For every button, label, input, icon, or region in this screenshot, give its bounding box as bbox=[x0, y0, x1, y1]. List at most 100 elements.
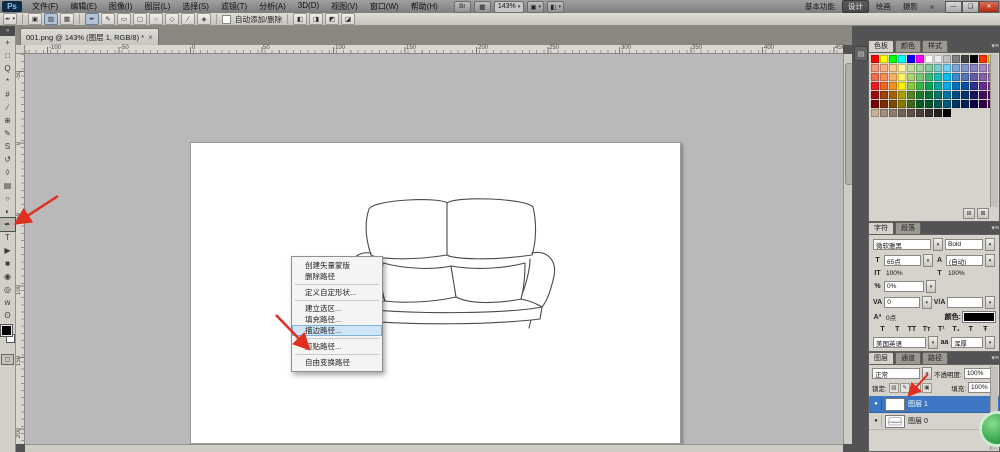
lasso-tool[interactable]: Q bbox=[0, 62, 15, 75]
color-swatch[interactable] bbox=[961, 64, 969, 72]
context-menu-item[interactable]: 自由变换路径 bbox=[292, 357, 382, 368]
color-swatch[interactable] bbox=[889, 55, 897, 63]
ellipse-tool-icon[interactable]: ○ bbox=[149, 13, 163, 25]
color-swatch[interactable] bbox=[961, 73, 969, 81]
close-button[interactable]: ✕ bbox=[979, 1, 999, 13]
layer-row-layer-1[interactable]: ● 图层 1 bbox=[869, 396, 999, 413]
screen-mode-icon[interactable]: ◧▾ bbox=[547, 1, 564, 13]
workspace-button[interactable]: 设计 bbox=[842, 0, 869, 13]
context-menu-item[interactable]: 定义自定形状... bbox=[292, 287, 382, 298]
color-swatch[interactable] bbox=[952, 64, 960, 72]
menu-item[interactable]: 帮助(H) bbox=[405, 1, 444, 12]
horizontal-scrollbar[interactable] bbox=[25, 444, 843, 452]
color-swatch[interactable] bbox=[907, 100, 915, 108]
chevron-down-icon[interactable]: ▾ bbox=[985, 254, 995, 267]
color-swatch[interactable] bbox=[907, 91, 915, 99]
menu-item[interactable]: 编辑(E) bbox=[64, 1, 103, 12]
context-menu-item[interactable]: 创建矢量蒙版 bbox=[292, 260, 382, 271]
color-swatch[interactable] bbox=[889, 91, 897, 99]
color-swatch[interactable] bbox=[889, 73, 897, 81]
panel-tab[interactable]: 色板 bbox=[868, 40, 894, 52]
crop-tool[interactable]: # bbox=[0, 88, 15, 101]
minimize-button[interactable]: — bbox=[945, 1, 962, 13]
lock-pixels-icon[interactable]: ✎ bbox=[900, 383, 910, 393]
color-swatch[interactable] bbox=[889, 100, 897, 108]
type-style-button[interactable]: T bbox=[877, 326, 888, 333]
eyedropper-tool[interactable]: ∕ bbox=[0, 101, 15, 114]
color-swatch[interactable] bbox=[934, 109, 942, 117]
color-swatch[interactable] bbox=[925, 55, 933, 63]
subtract-from-path-area-icon[interactable]: ◨ bbox=[309, 13, 323, 25]
menu-item[interactable]: 3D(D) bbox=[292, 1, 325, 12]
color-swatch[interactable] bbox=[943, 100, 951, 108]
panel-tab[interactable]: 样式 bbox=[922, 40, 948, 52]
color-swatch[interactable] bbox=[898, 82, 906, 90]
color-swatch[interactable] bbox=[871, 73, 879, 81]
document-tab[interactable]: 001.png @ 143% (图层 1, RGB/8) * × bbox=[20, 28, 159, 45]
view-extras-icon[interactable]: ▦ bbox=[474, 1, 491, 13]
panel-tab[interactable]: 图层 bbox=[868, 352, 894, 364]
color-swatch[interactable] bbox=[979, 73, 987, 81]
color-swatch[interactable] bbox=[943, 82, 951, 90]
clone-stamp-tool[interactable]: S bbox=[0, 140, 15, 153]
type-style-button[interactable]: Ŧ bbox=[980, 326, 991, 333]
color-swatch[interactable] bbox=[943, 55, 951, 63]
chevron-down-icon[interactable]: ▾ bbox=[928, 336, 938, 349]
color-swatch[interactable] bbox=[943, 64, 951, 72]
horizontal-scale-input[interactable]: 100% bbox=[946, 270, 995, 277]
color-swatch[interactable] bbox=[970, 64, 978, 72]
color-swatch[interactable] bbox=[907, 64, 915, 72]
chevron-down-icon[interactable]: ▾ bbox=[922, 296, 932, 309]
panel-tab[interactable]: 路径 bbox=[922, 352, 948, 364]
blur-tool[interactable]: ○ bbox=[0, 192, 15, 205]
exclude-path-areas-icon[interactable]: ◪ bbox=[341, 13, 355, 25]
lock-transparency-icon[interactable]: ▨ bbox=[889, 383, 899, 393]
context-menu-item[interactable]: 剪贴路径... bbox=[292, 341, 382, 352]
bridge-launch-icon[interactable]: Br bbox=[454, 1, 471, 13]
shape-layers-mode-icon[interactable]: ▣ bbox=[28, 13, 42, 25]
menu-item[interactable]: 分析(A) bbox=[253, 1, 292, 12]
brush-tool[interactable]: ✎ bbox=[0, 127, 15, 140]
color-swatch[interactable] bbox=[889, 82, 897, 90]
type-style-button[interactable]: T₁ bbox=[951, 326, 962, 333]
pen-tool-icon[interactable]: ✒ bbox=[85, 13, 99, 25]
lock-all-icon[interactable]: ▣ bbox=[922, 383, 932, 393]
workspace-button[interactable]: 摄影 bbox=[898, 1, 923, 12]
new-swatch-button[interactable]: ⊞ bbox=[963, 208, 975, 219]
color-swatch[interactable] bbox=[934, 82, 942, 90]
3d-camera-tool[interactable]: ◎ bbox=[0, 283, 15, 296]
healing-brush-tool[interactable]: ⊕ bbox=[0, 114, 15, 127]
color-swatch[interactable] bbox=[934, 100, 942, 108]
context-menu-item[interactable] bbox=[292, 298, 382, 303]
color-swatch[interactable] bbox=[952, 100, 960, 108]
type-style-button[interactable]: T bbox=[965, 326, 976, 333]
color-swatch[interactable] bbox=[943, 109, 951, 117]
workspace-button[interactable]: » bbox=[925, 1, 939, 12]
intersect-path-areas-icon[interactable]: ◩ bbox=[325, 13, 339, 25]
auto-add-delete-checkbox[interactable] bbox=[222, 15, 231, 24]
type-style-button[interactable]: T bbox=[892, 326, 903, 333]
type-style-button[interactable]: Tт bbox=[921, 326, 932, 333]
color-swatch[interactable] bbox=[970, 82, 978, 90]
foreground-color-swatch[interactable] bbox=[1, 325, 12, 336]
layer-thumbnail[interactable] bbox=[885, 398, 905, 411]
color-swatch[interactable] bbox=[979, 100, 987, 108]
chevron-down-icon[interactable]: ▾ bbox=[985, 238, 995, 251]
history-brush-tool[interactable]: ↺ bbox=[0, 153, 15, 166]
color-swatch[interactable] bbox=[898, 109, 906, 117]
move-tool[interactable]: + bbox=[0, 36, 15, 49]
kerning-select[interactable] bbox=[947, 297, 983, 308]
freeform-pen-tool-icon[interactable]: ✎ bbox=[101, 13, 115, 25]
panel-scrollbar[interactable] bbox=[990, 54, 998, 207]
color-swatch[interactable] bbox=[961, 82, 969, 90]
collapsed-panel-icon[interactable]: ▤ bbox=[854, 46, 868, 61]
color-swatch[interactable] bbox=[916, 64, 924, 72]
color-swatch[interactable] bbox=[934, 91, 942, 99]
font-style-select[interactable]: Bold bbox=[945, 239, 983, 250]
color-swatch[interactable] bbox=[871, 91, 879, 99]
lock-position-icon[interactable]: + bbox=[911, 383, 921, 393]
layer-name[interactable]: 图层 1 bbox=[908, 399, 928, 409]
zoom-tool[interactable]: ʘ bbox=[0, 309, 15, 322]
color-swatch[interactable] bbox=[916, 100, 924, 108]
color-swatch[interactable] bbox=[880, 73, 888, 81]
